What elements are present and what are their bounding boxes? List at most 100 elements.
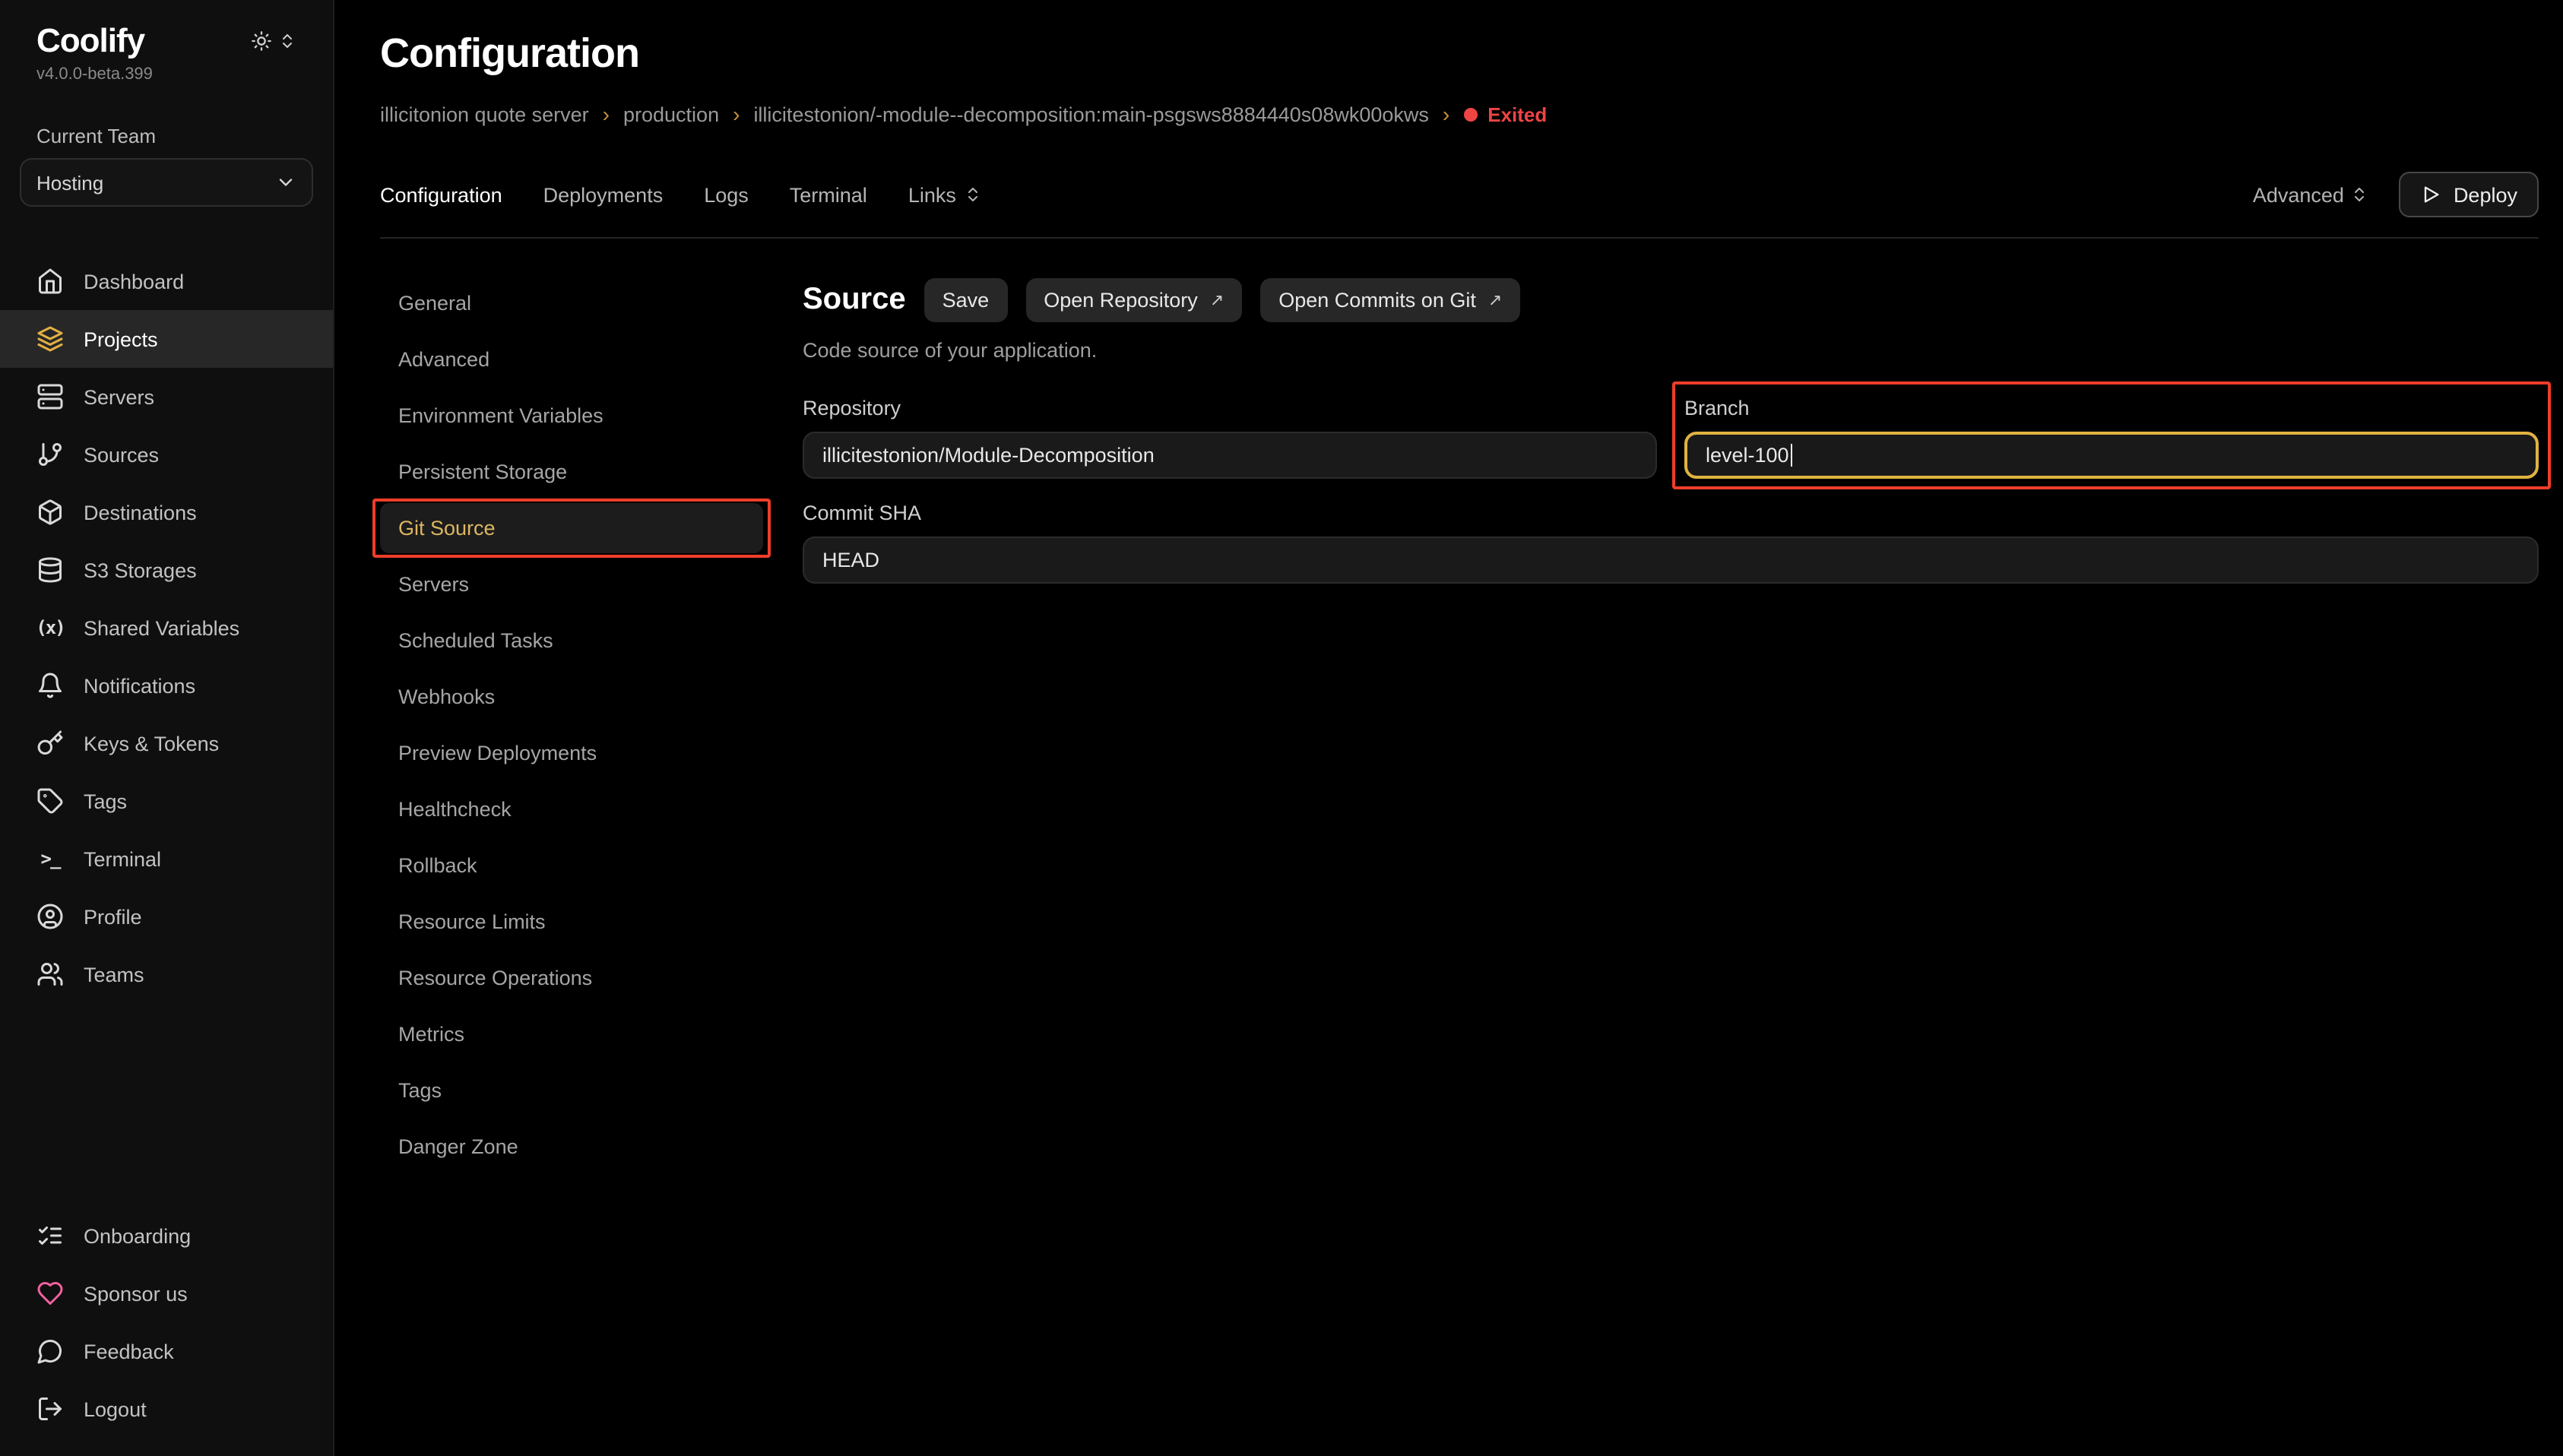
tab-logs[interactable]: Logs (704, 183, 749, 206)
open-commits-button[interactable]: Open Commits on Git ↗ (1260, 278, 1520, 322)
sidebar-item-teams[interactable]: Teams (0, 945, 333, 1003)
sidebar-item-projects[interactable]: Projects (0, 310, 333, 368)
sidebar: Coolify v4.0.0-beta.399 Current Team Hos… (0, 0, 334, 1456)
deploy-button[interactable]: Deploy (2399, 172, 2539, 217)
chevron-right-icon: › (1443, 102, 1449, 126)
external-link-icon: ↗ (1210, 290, 1224, 310)
tab-terminal[interactable]: Terminal (790, 183, 867, 206)
subnav-item-resource-operations[interactable]: Resource Operations (380, 953, 763, 1003)
breadcrumb: illicitonion quote server › production ›… (380, 102, 2539, 126)
chevrons-up-down-icon[interactable] (278, 32, 296, 50)
sidebar-item-shared-variables[interactable]: (x) Shared Variables (0, 599, 333, 657)
sidebar-nav: Dashboard Projects Servers Sources Desti… (0, 252, 333, 1003)
sidebar-item-label: Terminal (84, 847, 161, 870)
heart-icon (36, 1280, 64, 1307)
brand-icons (251, 30, 296, 52)
sidebar-item-label: Logout (84, 1397, 147, 1420)
subnav-item-resource-limits[interactable]: Resource Limits (380, 897, 763, 947)
user-circle-icon (36, 903, 64, 930)
subnav-item-general[interactable]: General (380, 278, 763, 328)
branch-label: Branch (1684, 397, 2539, 419)
sidebar-item-sponsor-us[interactable]: Sponsor us (0, 1265, 333, 1322)
tab-links[interactable]: Links (908, 183, 982, 206)
sidebar-item-label: Sponsor us (84, 1282, 188, 1305)
sidebar-item-label: Onboarding (84, 1224, 191, 1247)
chevrons-up-down-icon (964, 185, 982, 204)
commit-sha-label: Commit SHA (803, 502, 2539, 524)
source-form: Repository Branch level-100 Commit SHA (803, 397, 2539, 584)
tab-deployments[interactable]: Deployments (543, 183, 664, 206)
page-title: Configuration (380, 30, 2539, 78)
branch-input[interactable]: level-100 (1684, 432, 2539, 479)
database-icon (36, 556, 64, 584)
sidebar-item-feedback[interactable]: Feedback (0, 1322, 333, 1380)
subnav-item-webhooks[interactable]: Webhooks (380, 672, 763, 722)
repository-input[interactable] (803, 432, 1657, 479)
sidebar-item-onboarding[interactable]: Onboarding (0, 1207, 333, 1265)
chevron-down-icon (275, 172, 296, 193)
content-row: General Advanced Environment Variables P… (380, 278, 2539, 1178)
breadcrumb-environment[interactable]: production (623, 103, 719, 125)
subnav-item-metrics[interactable]: Metrics (380, 1009, 763, 1059)
variables-icon: (x) (36, 614, 64, 641)
subnav-item-tags[interactable]: Tags (380, 1065, 763, 1116)
home-icon (36, 267, 64, 295)
source-header-row: Source Save Open Repository ↗ Open Commi… (803, 278, 2539, 322)
sidebar-item-label: Shared Variables (84, 616, 239, 639)
package-icon (36, 499, 64, 526)
subnav-item-preview-deployments[interactable]: Preview Deployments (380, 728, 763, 778)
tabbar-actions: Advanced Deploy (2253, 172, 2539, 217)
sun-icon[interactable] (251, 30, 272, 52)
subnav-item-healthcheck[interactable]: Healthcheck (380, 784, 763, 834)
subnav-item-environment-variables[interactable]: Environment Variables (380, 391, 763, 441)
git-branch-icon (36, 441, 64, 468)
external-link-icon: ↗ (1488, 290, 1502, 310)
sidebar-item-s3-storages[interactable]: S3 Storages (0, 541, 333, 599)
subnav-item-persistent-storage[interactable]: Persistent Storage (380, 447, 763, 497)
subnav-item-advanced[interactable]: Advanced (380, 334, 763, 385)
play-icon (2420, 184, 2441, 205)
subnav-item-danger-zone[interactable]: Danger Zone (380, 1122, 763, 1172)
sidebar-item-destinations[interactable]: Destinations (0, 483, 333, 541)
sidebar-item-profile[interactable]: Profile (0, 888, 333, 945)
subnav-item-servers[interactable]: Servers (380, 559, 763, 609)
save-button[interactable]: Save (924, 278, 1008, 322)
sidebar-item-logout[interactable]: Logout (0, 1380, 333, 1438)
sidebar-item-servers[interactable]: Servers (0, 368, 333, 426)
sidebar-item-dashboard[interactable]: Dashboard (0, 252, 333, 310)
log-out-icon (36, 1395, 64, 1423)
sidebar-item-label: Tags (84, 790, 127, 812)
sidebar-footer: Onboarding Sponsor us Feedback Logout (0, 1207, 333, 1438)
repository-field: Repository (803, 397, 1657, 479)
app-logo: Coolify (36, 21, 144, 61)
status-badge: Exited (1463, 103, 1547, 125)
sidebar-item-sources[interactable]: Sources (0, 426, 333, 483)
message-bubble-icon (36, 1337, 64, 1365)
sidebar-item-label: Notifications (84, 674, 195, 697)
subnav-item-rollback[interactable]: Rollback (380, 840, 763, 891)
sidebar-item-keys-tokens[interactable]: Keys & Tokens (0, 714, 333, 772)
status-label: Exited (1487, 103, 1547, 125)
tab-configuration[interactable]: Configuration (380, 183, 502, 206)
commit-sha-input[interactable] (803, 537, 2539, 584)
chevron-right-icon: › (733, 102, 740, 126)
current-team-label: Current Team (0, 84, 333, 158)
sidebar-item-tags[interactable]: Tags (0, 772, 333, 830)
team-select-value: Hosting (36, 171, 103, 194)
team-select[interactable]: Hosting (20, 158, 313, 207)
users-icon (36, 961, 64, 988)
sidebar-item-notifications[interactable]: Notifications (0, 657, 333, 714)
layers-icon (36, 325, 64, 353)
breadcrumb-application[interactable]: illicitestonion/-module--decomposition:m… (753, 103, 1428, 125)
source-section: Source Save Open Repository ↗ Open Commi… (763, 278, 2539, 1178)
sidebar-item-label: Sources (84, 443, 159, 466)
subnav-item-scheduled-tasks[interactable]: Scheduled Tasks (380, 616, 763, 666)
breadcrumb-project[interactable]: illicitonion quote server (380, 103, 589, 125)
repository-label: Repository (803, 397, 1657, 419)
open-repository-button[interactable]: Open Repository ↗ (1025, 278, 1242, 322)
server-icon (36, 383, 64, 410)
subnav-item-git-source[interactable]: Git Source (380, 503, 763, 553)
advanced-toggle[interactable]: Advanced (2253, 183, 2368, 206)
sidebar-item-terminal[interactable]: >_ Terminal (0, 830, 333, 888)
chevron-right-icon: › (603, 102, 610, 126)
